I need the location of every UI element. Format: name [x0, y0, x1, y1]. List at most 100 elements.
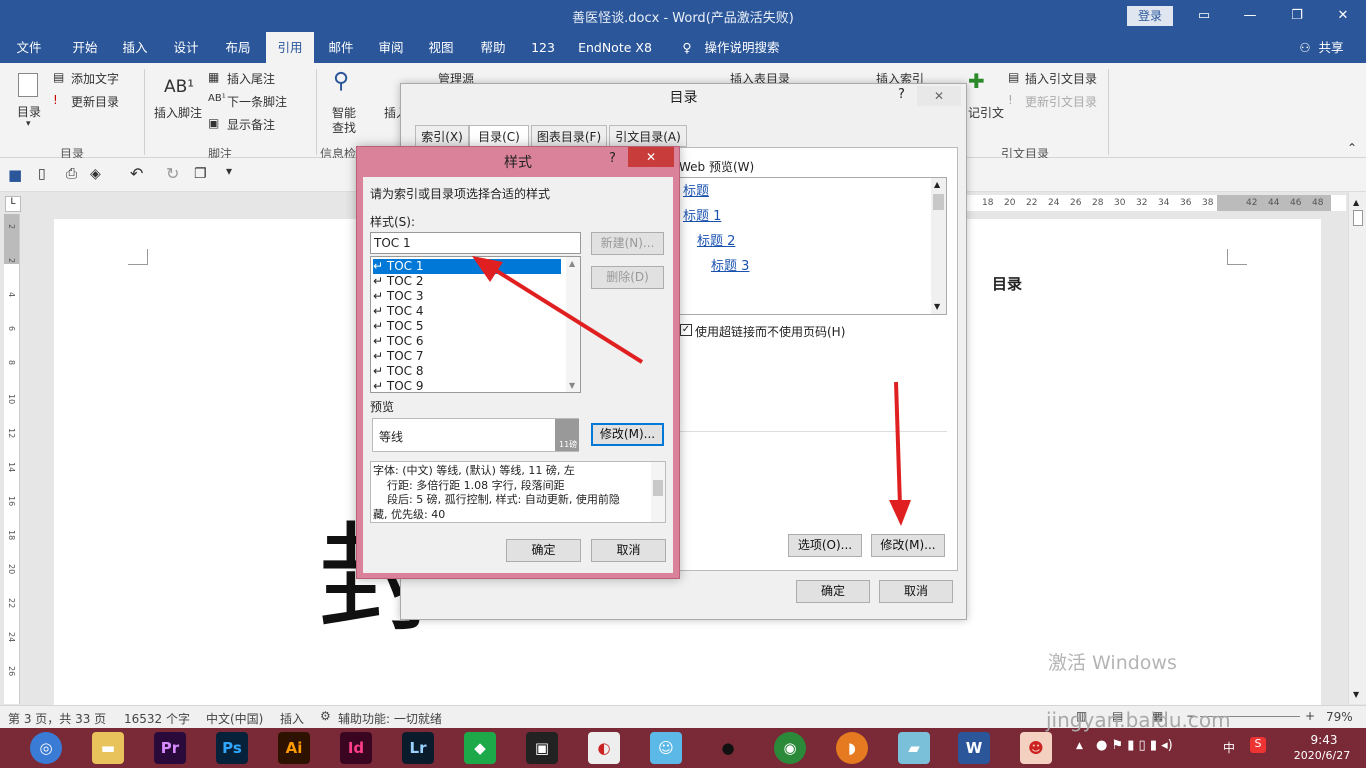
tab-help[interactable]: 帮助 [472, 32, 514, 63]
tab-mailings[interactable]: 邮件 [320, 32, 362, 63]
customize-qat-icon[interactable]: ▾ [226, 164, 232, 178]
minimize-icon[interactable]: — [1235, 4, 1265, 28]
tab-insert[interactable]: 插入 [114, 32, 156, 63]
scroll-down-icon[interactable]: ▼ [934, 302, 940, 311]
tab-toc[interactable]: 目录(C) [469, 125, 529, 147]
sogou-icon[interactable]: S [1250, 737, 1266, 753]
list-item[interactable]: ↵ TOC 1 [373, 259, 561, 274]
clock-time[interactable]: 9:43 [1292, 733, 1356, 747]
file-explorer-icon[interactable]: ▬ [92, 732, 124, 764]
scroll-down-icon[interactable]: ▼ [1353, 690, 1359, 699]
close-icon[interactable]: ✕ [1328, 4, 1358, 28]
toc-modify-button[interactable]: 修改(M)... [871, 534, 945, 557]
style-close-icon[interactable]: ✕ [628, 147, 674, 167]
scroll-thumb[interactable] [1353, 210, 1363, 226]
word-count[interactable]: 16532 个字 [124, 710, 190, 727]
style-cancel-button[interactable]: 取消 [591, 539, 666, 562]
tab-table-of-figures[interactable]: 图表目录(F) [531, 125, 607, 147]
ime-indicator[interactable]: 中 [1223, 739, 1235, 756]
list-item[interactable]: ↵ TOC 7 [373, 349, 561, 364]
qq-icon[interactable]: ● [712, 732, 744, 764]
scroll-thumb[interactable] [933, 194, 944, 210]
toc-ok-button[interactable]: 确定 [796, 580, 870, 603]
red-app-icon[interactable]: ◐ [588, 732, 620, 764]
vertical-scrollbar[interactable]: ▲ ▼ [1348, 192, 1366, 704]
style-name-input[interactable]: TOC 1 [370, 232, 581, 254]
list-item[interactable]: ↵ TOC 5 [373, 319, 561, 334]
toc-help-icon[interactable]: ? [898, 87, 905, 102]
format-painter-icon[interactable]: ◈ [90, 166, 101, 182]
save-icon[interactable]: ■ [8, 166, 22, 184]
video-editor-icon[interactable]: ▣ [526, 732, 558, 764]
list-item[interactable]: ↵ TOC 8 [373, 364, 561, 379]
notes-icon[interactable]: ▰ [898, 732, 930, 764]
tell-me-search[interactable]: 操作说明搜索 [702, 32, 782, 63]
tray-expand-icon[interactable]: ▲ [1076, 741, 1083, 751]
green-app-icon[interactable]: ◆ [464, 732, 496, 764]
tab-layout[interactable]: 布局 [216, 32, 260, 63]
photoshop-icon[interactable]: Ps [216, 732, 248, 764]
update-toc-button[interactable]: 更新目录 [71, 93, 119, 110]
list-item[interactable]: ↵ TOC 3 [373, 289, 561, 304]
tab-selector-icon[interactable]: L [5, 196, 21, 212]
share-button[interactable]: 共享 [1316, 32, 1346, 63]
add-text-button[interactable]: 添加文字 [71, 70, 119, 87]
style-ok-button[interactable]: 确定 [506, 539, 581, 562]
tab-file[interactable]: 文件 [8, 32, 50, 63]
style-list-scrollbar[interactable] [566, 257, 580, 392]
toc-cancel-button[interactable]: 取消 [879, 580, 953, 603]
style-modify-button[interactable]: 修改(M)... [591, 423, 664, 446]
copy-icon[interactable]: ❐ [194, 166, 207, 182]
insert-mode[interactable]: 插入 [280, 710, 304, 727]
update-toa-button[interactable]: 更新引文目录 [1025, 93, 1097, 110]
zoom-level[interactable]: 79% [1326, 710, 1353, 724]
tab-design[interactable]: 设计 [164, 32, 208, 63]
browser-icon[interactable]: ◎ [30, 732, 62, 764]
word-icon[interactable]: W [958, 732, 990, 764]
zoom-in-icon[interactable]: + [1305, 709, 1315, 723]
accessibility-status[interactable]: 辅助功能: 一切就绪 [338, 710, 442, 727]
chrome-icon[interactable]: ◉ [774, 732, 806, 764]
scroll-up-icon[interactable]: ▲ [934, 180, 940, 189]
lightroom-icon[interactable]: Lr [402, 732, 434, 764]
chat-app-icon[interactable]: ☺ [650, 732, 682, 764]
options-button[interactable]: 选项(O)... [788, 534, 862, 557]
illustrator-icon[interactable]: Ai [278, 732, 310, 764]
insert-toa-button[interactable]: 插入引文目录 [1025, 70, 1097, 87]
web-preview-heading[interactable]: 标题 [683, 180, 709, 199]
list-item[interactable]: ↵ TOC 2 [373, 274, 561, 289]
list-item[interactable]: ↵ TOC 9 [373, 379, 561, 394]
scroll-up-icon[interactable]: ▲ [1353, 198, 1359, 207]
next-footnote-button[interactable]: 下一条脚注 [227, 93, 287, 110]
orange-app-icon[interactable]: ◗ [836, 732, 868, 764]
redo-icon[interactable]: ↻ [166, 164, 179, 183]
tab-index[interactable]: 索引(X) [415, 125, 469, 147]
mark-citation-button[interactable]: 记引文 [968, 104, 1004, 121]
restore-icon[interactable]: ❐ [1282, 4, 1312, 28]
collapse-ribbon-icon[interactable]: ⌃ [1347, 141, 1357, 155]
tab-123[interactable]: 123 [524, 32, 562, 63]
tab-home[interactable]: 开始 [62, 32, 108, 63]
indesign-icon[interactable]: Id [340, 732, 372, 764]
web-preview-heading-1[interactable]: 标题 1 [683, 205, 721, 224]
scroll-down-icon[interactable]: ▼ [569, 381, 575, 390]
style-list[interactable]: ↵ TOC 1 ↵ TOC 2 ↵ TOC 3 ↵ TOC 4 ↵ TOC 5 … [370, 256, 581, 393]
list-item[interactable]: ↵ TOC 4 [373, 304, 561, 319]
toc-button[interactable]: 目录 [17, 103, 41, 120]
tab-references[interactable]: 引用 [266, 32, 314, 63]
login-button[interactable]: 登录 [1127, 6, 1173, 26]
premiere-icon[interactable]: Pr [154, 732, 186, 764]
new-style-button[interactable]: 新建(N)... [591, 232, 664, 255]
tab-review[interactable]: 审阅 [370, 32, 412, 63]
delete-style-button[interactable]: 删除(D) [591, 266, 664, 289]
tab-view[interactable]: 视图 [420, 32, 462, 63]
toc-close-icon[interactable]: ✕ [917, 86, 961, 106]
insert-footnote-button[interactable]: 插入脚注 [154, 104, 202, 121]
tab-endnote[interactable]: EndNote X8 [574, 32, 656, 63]
show-notes-button[interactable]: 显示备注 [227, 116, 275, 133]
style-help-icon[interactable]: ? [609, 151, 616, 166]
undo-icon[interactable]: ↶ [130, 164, 143, 183]
print-preview-icon[interactable]: ⎙ [66, 166, 77, 182]
ribbon-display-icon[interactable]: ▭ [1189, 4, 1219, 28]
tray-icons[interactable]: ● ⚑ ▮ ▯ ▮ ◂) [1096, 738, 1173, 753]
